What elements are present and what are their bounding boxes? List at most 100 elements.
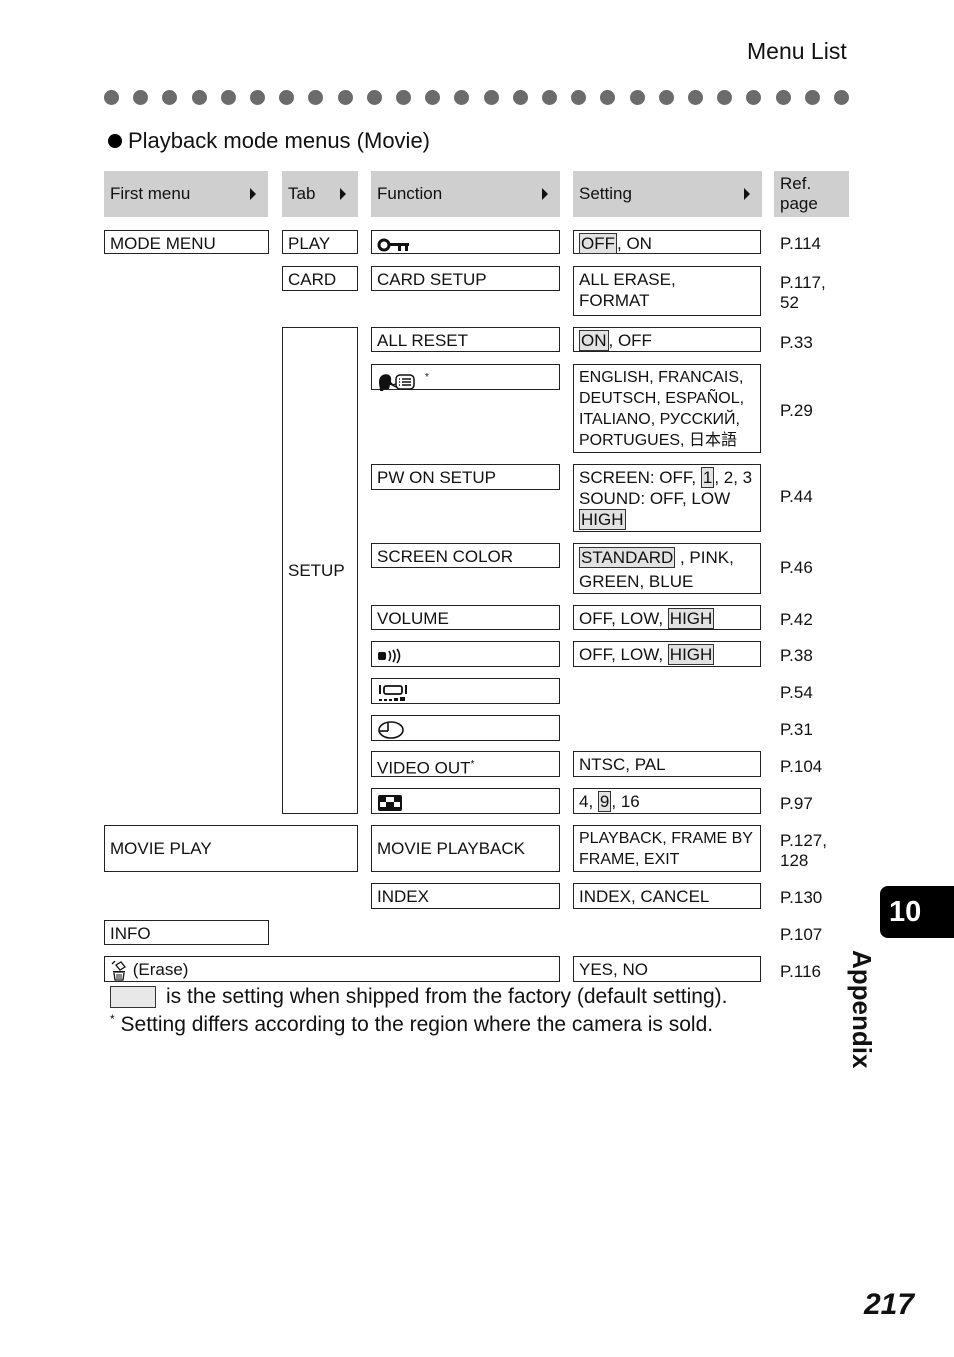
default-setting-highlight: HIGH (579, 509, 626, 530)
ref-page-line: 128 (780, 851, 809, 870)
ref-page: P.127, 128 (780, 831, 827, 871)
setting-text: 4, (579, 792, 598, 811)
function-protect (371, 230, 560, 254)
divider-dot (162, 90, 178, 105)
ref-page: P.117, 52 (780, 273, 826, 313)
divider-dot (542, 90, 557, 105)
first-menu-info: INFO (104, 920, 269, 945)
ref-page: P.46 (780, 558, 813, 577)
ref-page: P.54 (780, 683, 813, 702)
function-screen-color: SCREEN COLOR (371, 543, 560, 568)
setting-text: SOUND: OFF, LOW (579, 489, 731, 508)
ref-page-line: 52 (780, 293, 799, 312)
function-clock (371, 715, 560, 741)
setting-text: FORMAT (579, 291, 650, 310)
first-menu-mode-menu: MODE MENU (104, 230, 269, 254)
function-language: * (371, 364, 560, 392)
setting-text: GREEN, BLUE (579, 572, 694, 591)
setting-text: ENGLISH, FRANCAIS, (579, 369, 744, 386)
legend-text: is the setting when shipped from the fac… (166, 985, 728, 1008)
ref-page: P.42 (780, 610, 813, 629)
divider-dot (220, 90, 236, 105)
ref-page-line: P.117, (780, 273, 826, 292)
first-menu-erase: (Erase) (104, 956, 560, 982)
ref-page: P.44 (780, 487, 813, 506)
divider-dot (454, 90, 470, 105)
divider-dot (396, 90, 411, 105)
setting-text: SCREEN: OFF, (579, 468, 701, 487)
setting-index-display: 4, 9, 16 (573, 788, 761, 814)
divider-dot (571, 90, 587, 105)
divider-dot (483, 90, 499, 105)
setting-text: , 16 (611, 792, 640, 811)
setting-text: ITALIANO, РУССКИЙ, (579, 411, 740, 428)
chapter-number: 10 (889, 895, 922, 928)
setting-text: PLAYBACK, FRAME BY (579, 830, 753, 847)
setting-text: , OFF (608, 331, 652, 350)
divider-dot (133, 90, 149, 105)
trash-icon (111, 960, 126, 981)
setting-text: , PINK, (675, 548, 734, 567)
column-header-label: page (780, 194, 818, 213)
setting-text: DEUTSCH, ESPAÑOL, (579, 390, 745, 407)
divider-dot (250, 90, 265, 105)
setting-beep: OFF, LOW, HIGH (573, 641, 761, 667)
tab-setup: SETUP (282, 327, 358, 814)
column-header-first-menu: First menu (104, 171, 268, 217)
column-header-function: Function (371, 171, 560, 217)
default-setting-legend: is the setting when shipped from the fac… (110, 985, 727, 1009)
function-index: INDEX (371, 883, 560, 909)
page-number: 217 (864, 1288, 915, 1321)
dot-divider (104, 90, 854, 106)
header-title: Menu List (747, 38, 847, 64)
ref-page-line: P.127, (780, 831, 827, 850)
setting-text: ALL ERASE, (579, 270, 676, 289)
monitor-brightness-icon (379, 684, 407, 701)
function-label: VIDEO OUT (377, 758, 471, 778)
ref-page: P.104 (780, 757, 823, 776)
bullet-icon (108, 134, 122, 148)
setting-text: FRAME, EXIT (579, 851, 680, 868)
default-setting-highlight: HIGH (667, 608, 715, 629)
footnote-text: Setting differs according to the region … (114, 1013, 714, 1036)
tab-card: CARD (282, 266, 358, 291)
chapter-label-text: Appendix (846, 950, 877, 1069)
setting-card-setup: ALL ERASE, FORMAT (573, 266, 761, 316)
tab-play: PLAY (282, 230, 358, 254)
divider-dot (308, 90, 324, 105)
function-all-reset: ALL RESET (371, 327, 560, 352)
setting-text: OFF, LOW, (579, 609, 668, 628)
column-header-label: Function (377, 184, 443, 203)
divider-dot (366, 90, 382, 105)
ref-page: P.114 (780, 234, 821, 253)
key-icon (377, 238, 409, 252)
setting-text: , ON (617, 234, 652, 253)
setting-protect: OFF, ON (573, 230, 761, 254)
setting-index: INDEX, CANCEL (573, 883, 761, 909)
divider-dot (746, 90, 762, 105)
default-setting-highlight: HIGH (667, 644, 715, 665)
function-volume: VOLUME (371, 605, 560, 630)
column-header-tab: Tab (282, 171, 358, 217)
function-video-out: VIDEO OUT* (371, 751, 560, 778)
asterisk-mark: * (470, 759, 475, 770)
chapter-tab: 10 (880, 886, 954, 938)
section-title: Playback mode menus (Movie) (108, 128, 430, 154)
column-header-label: Ref. (780, 174, 812, 193)
setting-text: OFF, LOW, (579, 645, 668, 664)
function-movie-playback: MOVIE PLAYBACK (371, 825, 560, 872)
ref-page: P.97 (780, 794, 813, 813)
erase-label: (Erase) (132, 960, 189, 979)
region-footnote: * Setting differs according to the regio… (110, 1012, 713, 1037)
divider-dot (337, 90, 353, 105)
divider-dot (425, 90, 441, 105)
triangle-right-icon (744, 188, 750, 200)
column-header-label: Setting (579, 184, 632, 203)
sound-icon (378, 648, 401, 663)
function-index-display (371, 788, 560, 814)
triangle-right-icon (340, 188, 346, 200)
triangle-right-icon (250, 188, 256, 200)
triangle-right-icon (542, 188, 548, 200)
divider-dot (512, 90, 528, 105)
setting-movie-playback: PLAYBACK, FRAME BY FRAME, EXIT (573, 825, 761, 872)
